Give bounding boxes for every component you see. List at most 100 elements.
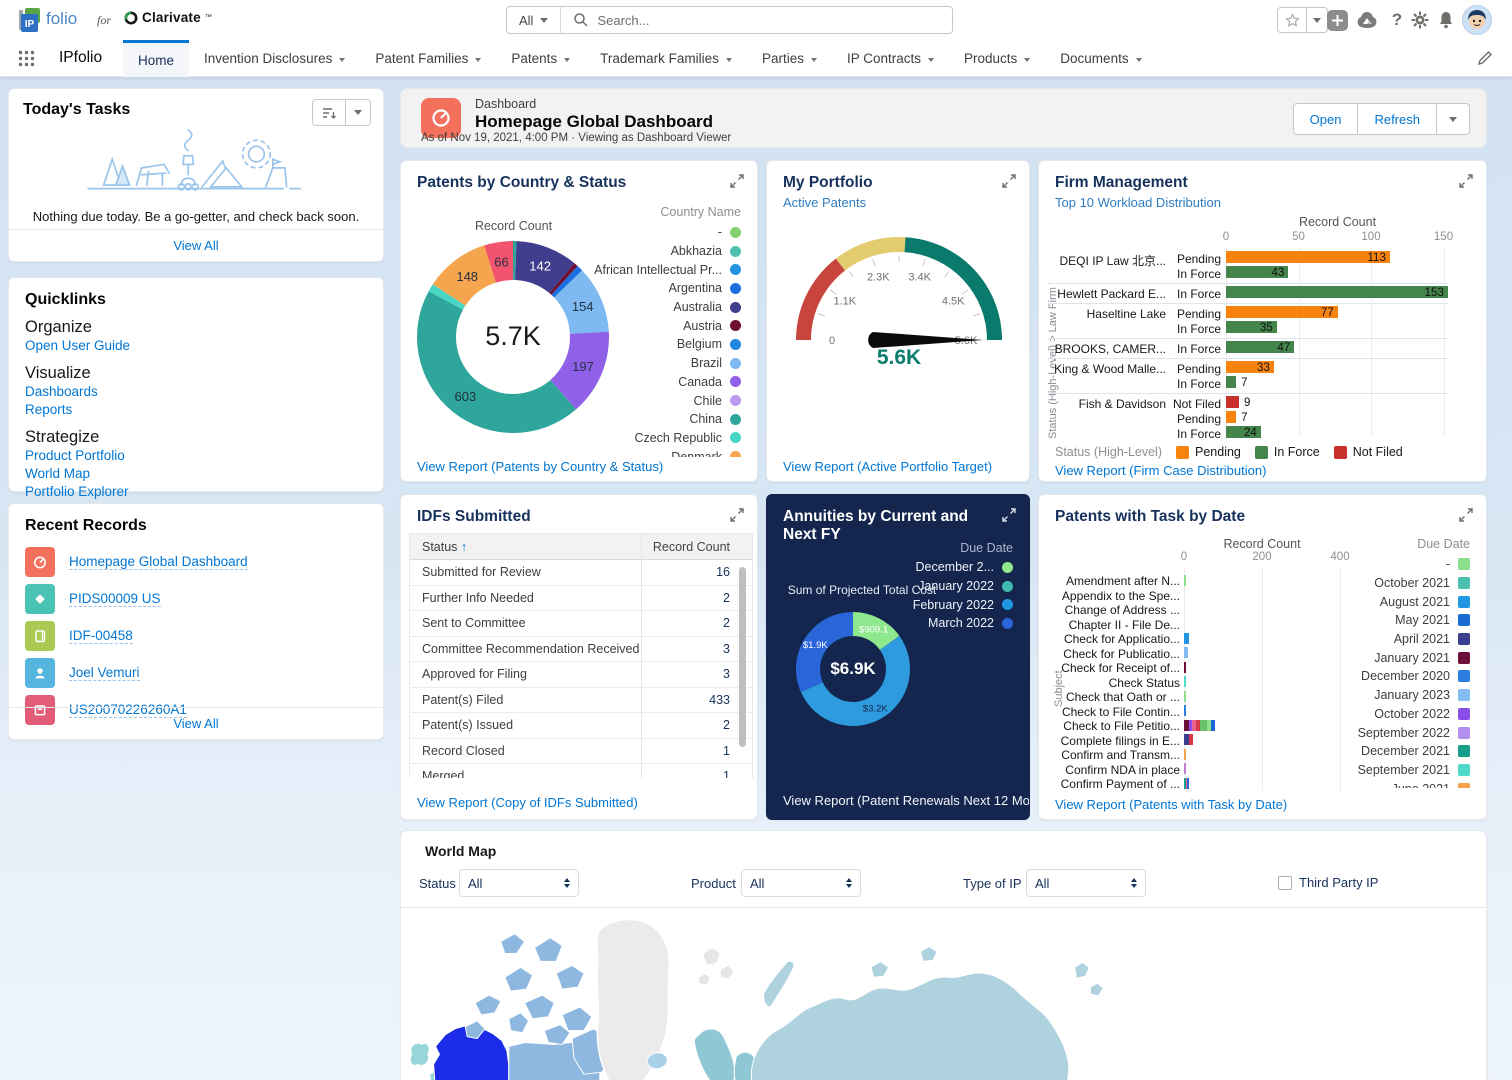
- map-region-canada-island: [562, 1007, 592, 1031]
- bar-pending[interactable]: [1226, 411, 1236, 423]
- quicklink-reports[interactable]: Reports: [25, 401, 72, 419]
- dashboard-icon: [25, 547, 55, 577]
- tasks-stacked-bar-chart[interactable]: 0200400Amendment after N...Appendix to t…: [1039, 495, 1486, 819]
- tasks-sort-button[interactable]: [312, 99, 346, 126]
- tasks-menu-caret-button[interactable]: [346, 99, 371, 126]
- bar-in-force[interactable]: [1226, 376, 1236, 388]
- expand-icon[interactable]: [1002, 174, 1016, 188]
- search-input[interactable]: [589, 13, 952, 28]
- firm-bar-chart[interactable]: 050100150DEQI IP Law 北京...Pending113In F…: [1039, 161, 1486, 481]
- recent-record-link[interactable]: Joel Vemuri: [69, 665, 140, 681]
- gauge-icon: [430, 107, 452, 129]
- tab-ip-contracts[interactable]: IP Contracts: [832, 40, 949, 77]
- favorites-button-group[interactable]: [1277, 7, 1328, 33]
- recent-record-link[interactable]: PIDS00009 US: [69, 591, 161, 607]
- edit-page-pencil-icon[interactable]: [1478, 51, 1492, 65]
- bar-in-force[interactable]: [1226, 286, 1448, 298]
- third-party-ip-checkbox[interactable]: Third Party IP: [1278, 875, 1378, 890]
- world-map-svg[interactable]: [401, 908, 1486, 1080]
- tab-parties[interactable]: Parties: [747, 40, 832, 77]
- quicklink-portfolio-explorer[interactable]: Portfolio Explorer: [25, 483, 129, 501]
- tab-patents[interactable]: Patents: [496, 40, 585, 77]
- dashboard-more-caret-button[interactable]: [1437, 103, 1470, 135]
- search-scope-dropdown[interactable]: All: [507, 7, 561, 33]
- help-button[interactable]: ?: [1385, 8, 1409, 32]
- quicklink-product-portfolio[interactable]: Product Portfolio: [25, 447, 125, 465]
- stacked-bar-segment[interactable]: [1189, 734, 1193, 745]
- map-region-svalbard: [703, 948, 721, 966]
- stacked-bar-segment[interactable]: [1184, 575, 1186, 586]
- stacked-bar-segment[interactable]: [1184, 662, 1186, 673]
- stacked-bar-segment[interactable]: [1187, 778, 1189, 789]
- stacked-bar-segment[interactable]: [1184, 633, 1189, 644]
- record-count-cell[interactable]: 16: [642, 565, 752, 579]
- quicklink-world-map[interactable]: World Map: [25, 465, 90, 483]
- stacked-bar-segment[interactable]: [1184, 691, 1186, 702]
- refresh-button[interactable]: Refresh: [1358, 103, 1437, 135]
- tab-documents[interactable]: Documents: [1045, 40, 1156, 77]
- open-button[interactable]: Open: [1293, 103, 1359, 135]
- quicklink-dashboards[interactable]: Dashboards: [25, 383, 98, 401]
- recent-record-link[interactable]: Homepage Global Dashboard: [69, 554, 248, 570]
- record-count-cell[interactable]: 1: [642, 769, 752, 778]
- donut-slice[interactable]: [417, 291, 576, 433]
- x-tick-label: 0: [1223, 231, 1229, 243]
- tab-invention-disclosures[interactable]: Invention Disclosures: [189, 40, 360, 77]
- expand-icon[interactable]: [730, 174, 744, 188]
- global-search[interactable]: All: [506, 6, 953, 34]
- view-report-link[interactable]: View Report (Copy of IDFs Submitted): [417, 795, 638, 810]
- view-report-link[interactable]: View Report (Patents with Task by Date): [1055, 797, 1287, 812]
- record-count-cell[interactable]: 2: [642, 718, 752, 732]
- subject-label: Check to File Contin...: [1047, 705, 1180, 719]
- recent-record-link[interactable]: IDF-00458: [69, 628, 133, 644]
- table-row: Committee Recommendation Received3: [410, 637, 752, 663]
- stacked-bar-segment[interactable]: [1211, 720, 1215, 731]
- table-scrollbar-thumb[interactable]: [739, 567, 746, 747]
- stacked-bar-segment[interactable]: [1184, 647, 1188, 658]
- type-of-ip-filter-select[interactable]: All: [1026, 869, 1146, 897]
- empty-tasks-illustration: [61, 123, 331, 205]
- stacked-bar-segment[interactable]: [1184, 749, 1186, 760]
- stacked-bar-segment[interactable]: [1184, 763, 1186, 774]
- app-launcher-waffle-icon[interactable]: [18, 50, 35, 67]
- user-avatar[interactable]: [1462, 5, 1492, 35]
- view-report-link[interactable]: View Report (Patent Renewals Next 12 Mon…: [783, 793, 1030, 808]
- tab-products[interactable]: Products: [949, 40, 1045, 77]
- portfolio-gauge-chart[interactable]: 01.1K2.3K3.4K4.5K5.6K: [782, 216, 1016, 361]
- view-report-link[interactable]: View Report (Patents by Country & Status…: [417, 459, 663, 474]
- view-report-link[interactable]: View Report (Firm Case Distribution): [1055, 463, 1266, 478]
- tab-patent-families[interactable]: Patent Families: [360, 40, 496, 77]
- product-filter-select[interactable]: All: [741, 869, 861, 897]
- tab-home[interactable]: Home: [123, 40, 189, 77]
- donut-axis-label: Sum of Projected Total Cost: [777, 583, 947, 597]
- record-count-cell[interactable]: 3: [642, 667, 752, 681]
- donut-slice[interactable]: [796, 612, 853, 692]
- tab-trademark-families[interactable]: Trademark Families: [585, 40, 747, 77]
- notifications-button[interactable]: [1434, 8, 1458, 32]
- tasks-view-all-link[interactable]: View All: [9, 229, 383, 261]
- global-add-button[interactable]: [1325, 8, 1349, 32]
- avatar-astro-icon: [1463, 6, 1491, 34]
- trailhead-button[interactable]: [1355, 8, 1379, 32]
- status-label: In Force: [1169, 267, 1221, 281]
- table-header[interactable]: Status ↑ Record Count: [410, 534, 752, 560]
- dashboard-actions: Open Refresh: [1293, 103, 1470, 135]
- bar-not-filed[interactable]: [1226, 396, 1239, 408]
- expand-icon[interactable]: [730, 508, 744, 522]
- star-icon: [1285, 13, 1300, 28]
- record-count-cell[interactable]: 2: [642, 591, 752, 605]
- record-count-cell[interactable]: 2: [642, 616, 752, 630]
- record-count-cell[interactable]: 3: [642, 642, 752, 656]
- checkbox-box[interactable]: [1278, 876, 1292, 890]
- stacked-bar-segment[interactable]: [1184, 705, 1186, 716]
- record-count-cell[interactable]: 433: [642, 693, 752, 707]
- recent-view-all-link[interactable]: View All: [9, 707, 383, 739]
- expand-icon[interactable]: [1002, 508, 1016, 522]
- quicklink-open-user-guide[interactable]: Open User Guide: [25, 337, 130, 355]
- stacked-bar-segment[interactable]: [1184, 676, 1186, 687]
- record-count-cell[interactable]: 1: [642, 744, 752, 758]
- favorites-star-button[interactable]: [1277, 7, 1307, 33]
- setup-button[interactable]: [1408, 8, 1432, 32]
- view-report-link[interactable]: View Report (Active Portfolio Target): [783, 459, 992, 474]
- status-filter-select[interactable]: All: [459, 869, 579, 897]
